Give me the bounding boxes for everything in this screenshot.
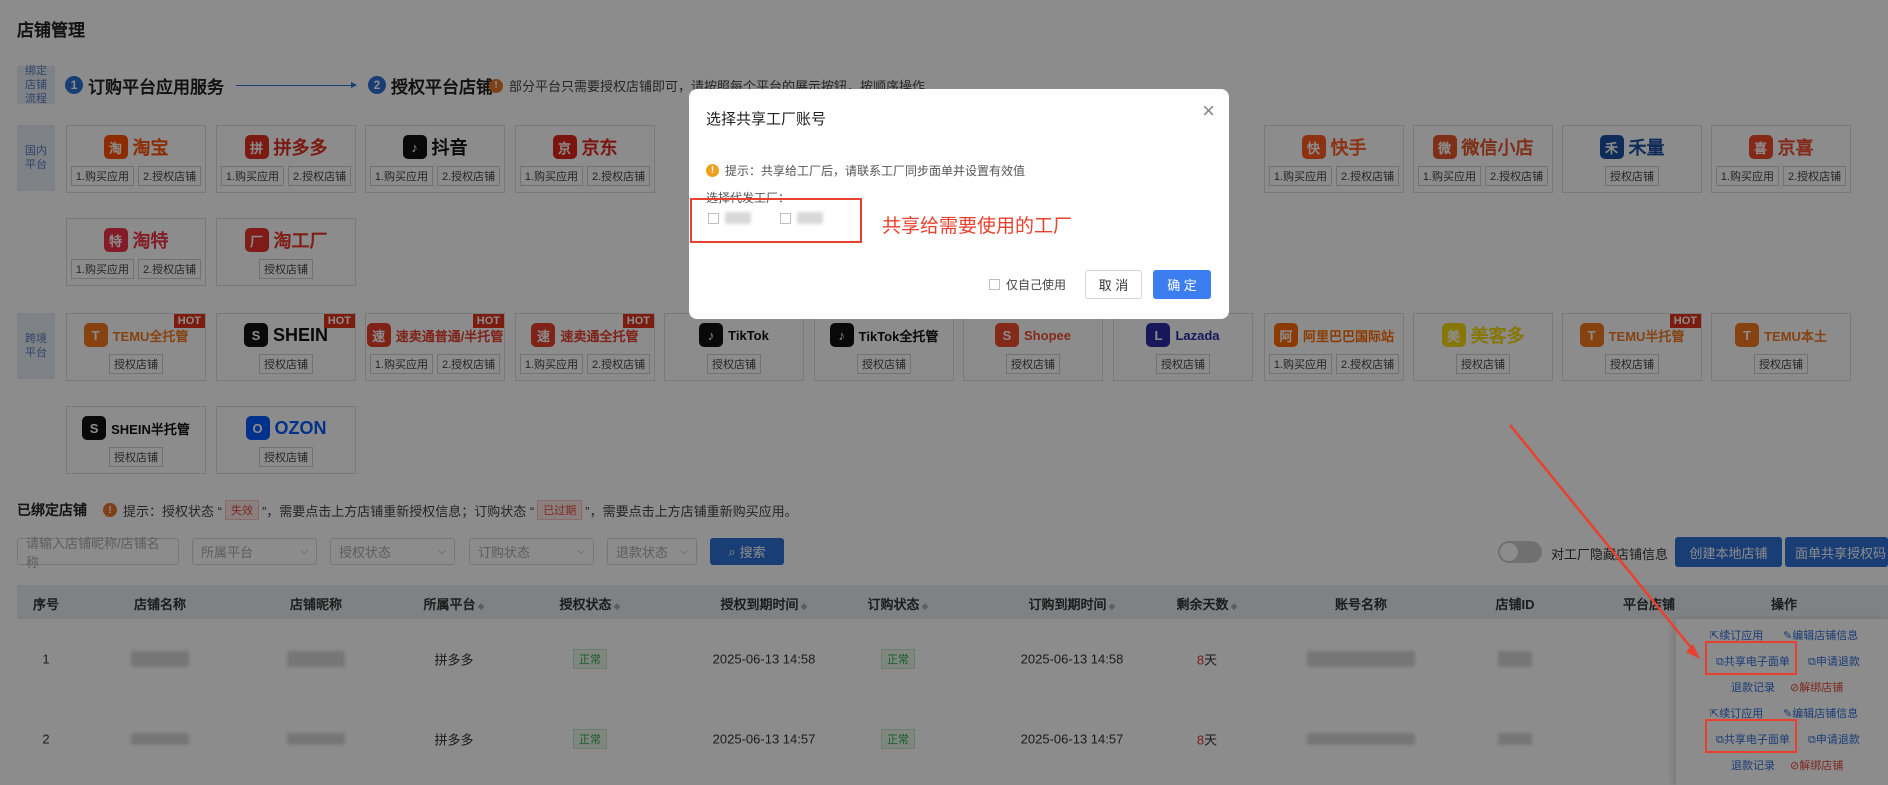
share-link-highlight-1 — [1705, 641, 1797, 675]
self-use-option[interactable]: 仅自己使用 — [989, 276, 1066, 293]
factory-select-highlight — [690, 198, 862, 243]
warning-icon: ! — [706, 164, 719, 177]
checkbox[interactable] — [989, 279, 1000, 290]
modal-title: 选择共享工厂账号 — [706, 111, 827, 128]
cancel-button[interactable]: 取 消 — [1085, 270, 1142, 299]
annotation-text: 共享给需要使用的工厂 — [882, 216, 1073, 237]
modal-tip: ! 提示：共享给工厂后，请联系工厂同步面单并设置有效值 — [706, 162, 1025, 179]
modal-tip-text: 提示：共享给工厂后，请联系工厂同步面单并设置有效值 — [725, 164, 1026, 178]
share-link-highlight-2 — [1705, 719, 1797, 753]
self-use-label: 仅自己使用 — [1006, 278, 1067, 292]
close-icon[interactable]: × — [1202, 98, 1215, 124]
confirm-button[interactable]: 确 定 — [1153, 270, 1211, 299]
